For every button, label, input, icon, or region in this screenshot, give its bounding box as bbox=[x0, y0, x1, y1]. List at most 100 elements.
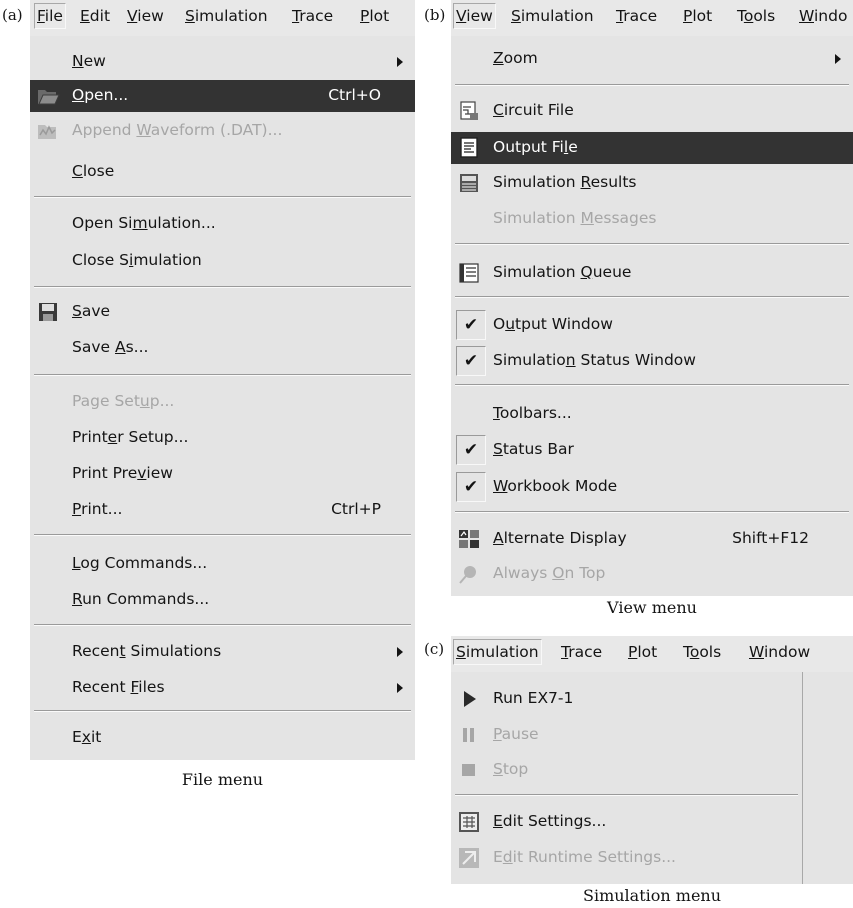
menu-item-always-on-top[interactable]: Always On Top bbox=[451, 558, 853, 590]
menu-item-label: Run EX7-1 bbox=[493, 689, 574, 707]
menu-item-alternate-display[interactable]: Alternate Display Shift+F12 bbox=[451, 523, 853, 555]
menu-item-simulation-status-window[interactable]: ✔ Simulation Status Window bbox=[451, 345, 853, 377]
menu-item-label: Save As... bbox=[72, 338, 149, 356]
menu-item-printer-setup[interactable]: Printer Setup... bbox=[30, 422, 415, 454]
menu-item-label: Append Waveform (.DAT)... bbox=[72, 121, 283, 139]
menu-item-label: Run Commands... bbox=[72, 590, 210, 608]
simulation-queue-icon bbox=[457, 261, 481, 285]
menubar-plot[interactable]: Plot bbox=[628, 643, 657, 661]
menu-item-run[interactable]: Run EX7-1 bbox=[451, 683, 802, 715]
menu-item-label: Stop bbox=[493, 760, 529, 778]
menu-item-label: Pause bbox=[493, 725, 539, 743]
menu-separator bbox=[455, 243, 849, 245]
menubar-view[interactable]: View bbox=[453, 3, 496, 29]
menu-item-label: Workbook Mode bbox=[493, 477, 618, 495]
menu-item-label: Page Setup... bbox=[72, 392, 175, 410]
menubar-trace[interactable]: Trace bbox=[616, 7, 657, 25]
menu-item-label: Simulation Messages bbox=[493, 209, 657, 227]
run-icon bbox=[457, 687, 481, 711]
menu-item-recent-simulations[interactable]: Recent Simulations bbox=[30, 636, 415, 668]
menu-item-output-file[interactable]: Output File bbox=[451, 132, 853, 164]
floppy-disk-icon bbox=[36, 300, 60, 324]
menubar-simulation[interactable]: Simulation bbox=[511, 7, 594, 25]
menu-separator bbox=[34, 710, 411, 712]
menu-item-label: Zoom bbox=[493, 49, 538, 67]
menubar-view[interactable]: View bbox=[127, 7, 164, 25]
simulation-menu-caption: Simulation menu bbox=[582, 886, 722, 905]
menu-item-recent-files[interactable]: Recent Files bbox=[30, 672, 415, 704]
menu-item-label: Output Window bbox=[493, 315, 613, 333]
menu-item-label: Open Simulation... bbox=[72, 214, 216, 232]
simulation-results-icon bbox=[457, 171, 481, 195]
check-mark-icon: ✔ bbox=[456, 435, 486, 465]
menu-item-label: Recent Simulations bbox=[72, 642, 222, 660]
menu-item-shortcut: Shift+F12 bbox=[732, 529, 809, 547]
menu-item-output-window[interactable]: ✔ Output Window bbox=[451, 309, 853, 341]
menu-item-workbook-mode[interactable]: ✔ Workbook Mode bbox=[451, 471, 853, 503]
menu-item-close-simulation[interactable]: Close Simulation bbox=[30, 245, 415, 277]
menu-item-label: Alternate Display bbox=[493, 529, 627, 547]
menu-item-label: Save bbox=[72, 302, 111, 320]
submenu-arrow-icon bbox=[397, 57, 403, 67]
menu-item-save-as[interactable]: Save As... bbox=[30, 332, 415, 364]
menu-item-label: Print... bbox=[72, 500, 123, 518]
menu-item-exit[interactable]: Exit bbox=[30, 722, 415, 754]
check-mark-icon: ✔ bbox=[456, 472, 486, 502]
menu-item-edit-settings[interactable]: Edit Settings... bbox=[451, 806, 802, 838]
menu-separator bbox=[455, 296, 849, 298]
menubar-trace[interactable]: Trace bbox=[561, 643, 602, 661]
menu-separator bbox=[34, 196, 411, 198]
menu-item-status-bar[interactable]: ✔ Status Bar bbox=[451, 434, 853, 466]
menu-item-pause[interactable]: Pause bbox=[451, 719, 802, 751]
menubar-trace[interactable]: Trace bbox=[292, 7, 333, 25]
file-menu-panel: File Edit View Simulation Trace Plot New… bbox=[30, 0, 415, 760]
menubar-window[interactable]: Window bbox=[749, 643, 810, 661]
menu-item-label: Recent Files bbox=[72, 678, 165, 696]
menu-item-label: Toolbars... bbox=[493, 404, 572, 422]
menu-item-simulation-queue[interactable]: Simulation Queue bbox=[451, 257, 853, 289]
menubar-simulation[interactable]: Simulation bbox=[185, 7, 268, 25]
menubar: Simulation Trace Plot Tools Window bbox=[451, 636, 853, 672]
menubar-window[interactable]: Windo bbox=[799, 7, 847, 25]
menubar-edit[interactable]: Edit bbox=[80, 7, 110, 25]
menubar-file[interactable]: File bbox=[34, 3, 66, 29]
menu-item-open[interactable]: Open... Ctrl+O bbox=[30, 80, 415, 112]
menubar-tools[interactable]: Tools bbox=[737, 7, 775, 25]
pin-icon bbox=[457, 562, 481, 586]
menu-item-simulation-results[interactable]: Simulation Results bbox=[451, 167, 853, 199]
menu-item-log-commands[interactable]: Log Commands... bbox=[30, 548, 415, 580]
edit-runtime-settings-icon bbox=[457, 846, 481, 870]
menu-item-toolbars[interactable]: Toolbars... bbox=[451, 398, 853, 430]
menubar-plot[interactable]: Plot bbox=[683, 7, 712, 25]
menu-item-edit-runtime-settings[interactable]: Edit Runtime Settings... bbox=[451, 842, 802, 874]
menu-item-page-setup[interactable]: Page Setup... bbox=[30, 386, 415, 418]
menubar-plot[interactable]: Plot bbox=[360, 7, 389, 25]
panel-label-c: (c) bbox=[424, 640, 445, 658]
submenu-arrow-icon bbox=[397, 647, 403, 657]
menubar-tools[interactable]: Tools bbox=[683, 643, 721, 661]
menu-item-open-simulation[interactable]: Open Simulation... bbox=[30, 208, 415, 240]
menu-item-label: New bbox=[72, 52, 106, 70]
menubar: View Simulation Trace Plot Tools Windo bbox=[451, 0, 853, 36]
menu-item-save[interactable]: Save bbox=[30, 296, 415, 328]
menu-item-label: Edit Settings... bbox=[493, 812, 607, 830]
simulation-menu: Run EX7-1 Pause Stop Edit Settings... Ed… bbox=[451, 672, 803, 884]
menu-item-zoom[interactable]: Zoom bbox=[451, 43, 853, 75]
submenu-arrow-icon bbox=[397, 683, 403, 693]
pause-icon bbox=[457, 723, 481, 747]
menu-item-print[interactable]: Print... Ctrl+P bbox=[30, 494, 415, 526]
menubar-simulation[interactable]: Simulation bbox=[453, 639, 542, 665]
menu-item-append-waveform[interactable]: Append Waveform (.DAT)... bbox=[30, 115, 415, 147]
menu-item-run-commands[interactable]: Run Commands... bbox=[30, 584, 415, 616]
menu-item-print-preview[interactable]: Print Preview bbox=[30, 458, 415, 490]
menu-item-new[interactable]: New bbox=[30, 46, 415, 78]
menu-item-close[interactable]: Close bbox=[30, 156, 415, 188]
menu-item-simulation-messages[interactable]: Simulation Messages bbox=[451, 203, 853, 235]
menu-item-label: Always On Top bbox=[493, 564, 606, 582]
menu-item-label: Print Preview bbox=[72, 464, 173, 482]
menu-separator bbox=[455, 794, 798, 796]
menu-item-circuit-file[interactable]: Circuit File bbox=[451, 95, 853, 127]
menu-item-stop[interactable]: Stop bbox=[451, 754, 802, 786]
menu-separator bbox=[34, 534, 411, 536]
file-menu-caption: File menu bbox=[181, 770, 264, 789]
